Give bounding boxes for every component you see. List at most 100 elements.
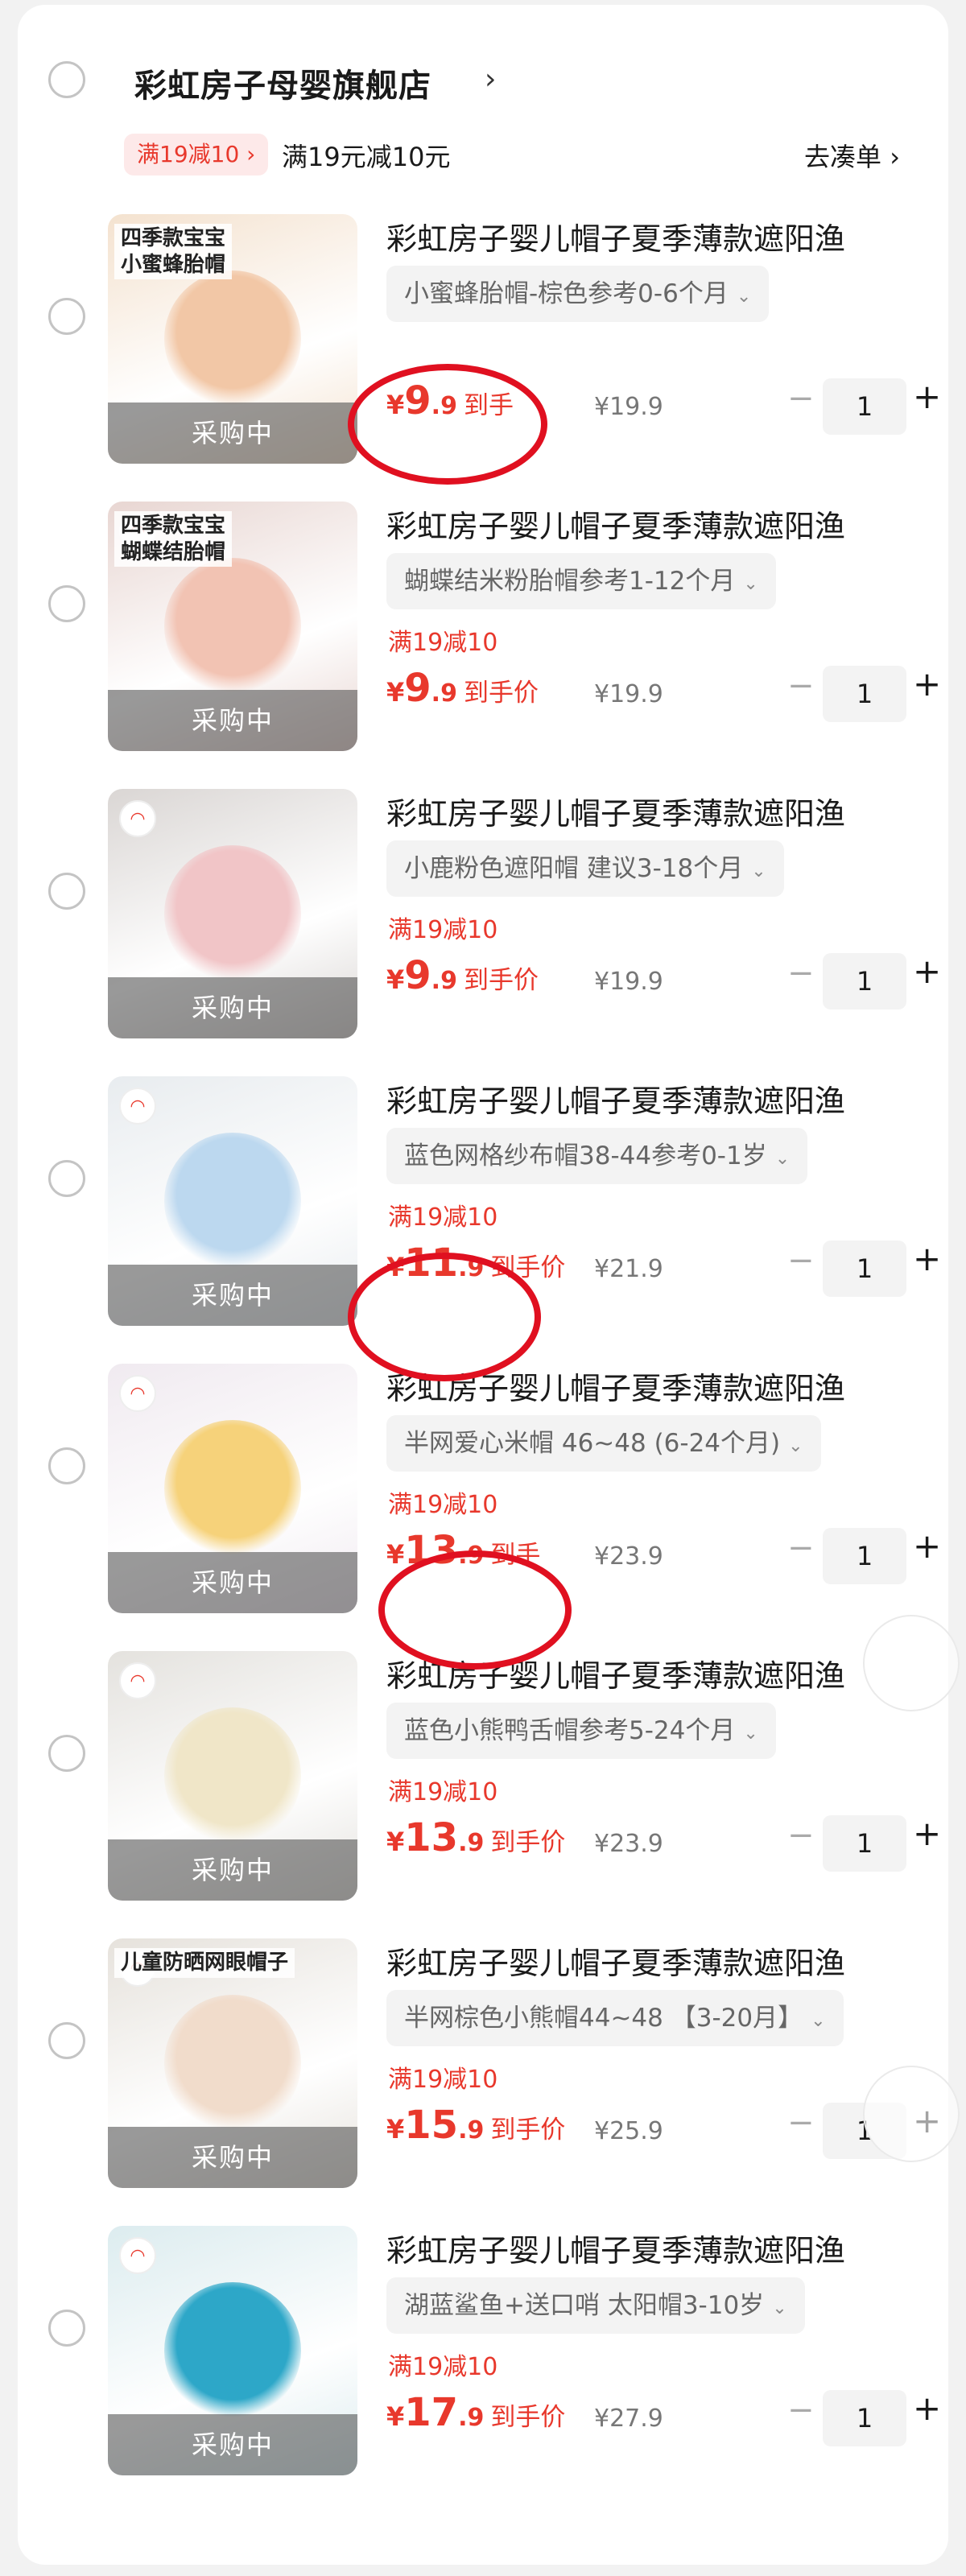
variant-label: 小鹿粉色遮阳帽 建议3-18个月 <box>404 854 744 883</box>
product-image <box>164 1707 301 1844</box>
variant-selector[interactable]: 蓝色网格纱布帽38-44参考0-1岁 ⌄ <box>386 1128 808 1184</box>
item-select-checkbox[interactable] <box>48 2310 85 2347</box>
final-price: ¥9.9 到手价 <box>386 666 539 711</box>
product-thumbnail[interactable]: ◠ 采购中 <box>108 1076 357 1326</box>
price-currency: ¥ <box>386 1827 405 1857</box>
original-price: ¥19.9 <box>594 968 663 996</box>
decrease-qty-button[interactable]: − <box>787 1242 815 1279</box>
discount-tag: 满19减10 <box>388 2066 498 2094</box>
price-decimal: .9 <box>431 967 457 995</box>
product-thumbnail[interactable]: ◠ 采购中 <box>108 1364 357 1613</box>
decrease-qty-button[interactable]: − <box>787 955 815 992</box>
gather-order-link[interactable]: 去凑单 › <box>804 137 900 174</box>
price-label: 到手价 <box>463 679 539 708</box>
price-label: 到手价 <box>490 2116 566 2145</box>
decrease-qty-button[interactable]: − <box>787 2392 815 2429</box>
price-currency: ¥ <box>386 964 405 995</box>
price-label: 到手价 <box>490 1828 566 1857</box>
product-image <box>164 2282 301 2419</box>
product-thumbnail[interactable]: ◠ 儿童防晒网眼帽子 采购中 <box>108 1938 357 2188</box>
brand-logo-icon: ◠ <box>119 800 156 837</box>
discount-tag: 满19减10 <box>388 1778 498 1806</box>
store-select-checkbox[interactable] <box>48 61 85 98</box>
product-thumbnail[interactable]: ◠ 采购中 <box>108 2226 357 2475</box>
quantity-field[interactable]: 1 <box>823 1241 906 1297</box>
increase-qty-button[interactable]: + <box>913 1239 941 1278</box>
product-thumbnail[interactable]: ◠ 采购中 <box>108 1651 357 1901</box>
decrease-qty-button[interactable]: − <box>787 1817 815 1854</box>
promo-badge[interactable]: 满19减10 › <box>124 134 269 175</box>
discount-tag: 满19减10 <box>388 1203 498 1232</box>
brand-logo-icon: ◠ <box>119 1662 156 1699</box>
increase-qty-button[interactable]: + <box>913 2388 941 2428</box>
price-integer: 15 <box>404 2103 459 2148</box>
purchasing-status-label: 采购中 <box>108 402 357 464</box>
item-select-checkbox[interactable] <box>48 1735 85 1772</box>
item-select-checkbox[interactable] <box>48 1160 85 1197</box>
price-integer: 13 <box>404 1815 459 1860</box>
product-title[interactable]: 彩虹房子婴儿帽子夏季薄款遮阳渔 <box>386 789 910 833</box>
quantity-field[interactable]: 1 <box>823 1815 906 1872</box>
price-integer: 9 <box>404 953 431 998</box>
original-price: ¥23.9 <box>594 1830 663 1858</box>
quantity-field[interactable]: 1 <box>823 953 906 1009</box>
quantity-field[interactable]: 1 <box>823 2390 906 2446</box>
variant-selector[interactable]: 蓝色小熊鸭舌帽参考5-24个月 ⌄ <box>386 1703 776 1759</box>
item-select-checkbox[interactable] <box>48 585 85 622</box>
variant-selector[interactable]: 小鹿粉色遮阳帽 建议3-18个月 ⌄ <box>386 840 784 897</box>
increase-qty-button[interactable]: + <box>913 1814 941 1853</box>
variant-label: 小蜜蜂胎帽-棕色参考0-6个月 <box>404 279 729 308</box>
price-decimal: .9 <box>458 1829 485 1857</box>
variant-selector[interactable]: 半网棕色小熊帽44~48 【3-20月】 ⌄ <box>386 1990 844 2046</box>
store-chevron-icon[interactable]: › <box>485 63 496 96</box>
product-thumbnail[interactable]: ◠ 四季款宝宝 小蜜蜂胎帽 采购中 <box>108 214 357 464</box>
brand-logo-icon: ◠ <box>119 2237 156 2274</box>
purchasing-status-label: 采购中 <box>108 977 357 1038</box>
price-decimal: .9 <box>431 679 457 708</box>
price-decimal: .9 <box>458 2404 485 2432</box>
quantity-field[interactable]: 1 <box>823 378 906 435</box>
chevron-down-icon: ⌄ <box>788 1436 803 1456</box>
price-label: 到手价 <box>490 2403 566 2432</box>
variant-selector[interactable]: 蝴蝶结米粉胎帽参考1-12个月 ⌄ <box>386 553 776 609</box>
product-image <box>164 1420 301 1557</box>
chevron-down-icon: ⌄ <box>751 861 766 881</box>
store-name[interactable]: 彩虹房子母婴旗舰店 <box>134 60 431 106</box>
product-thumbnail[interactable]: ◠ 四季款宝宝 蝴蝶结胎帽 采购中 <box>108 502 357 751</box>
discount-tag: 满19减10 <box>388 2353 498 2381</box>
price-integer: 17 <box>404 2390 459 2435</box>
item-select-checkbox[interactable] <box>48 1447 85 1484</box>
decrease-qty-button[interactable]: − <box>787 2104 815 2141</box>
quantity-field[interactable]: 1 <box>823 1528 906 1584</box>
thumbnail-caption: 儿童防晒网眼帽子 <box>114 1948 295 1978</box>
floating-bubble <box>863 1615 960 1711</box>
increase-qty-button[interactable]: + <box>913 1526 941 1566</box>
increase-qty-button[interactable]: + <box>913 952 941 991</box>
item-select-checkbox[interactable] <box>48 873 85 910</box>
variant-selector[interactable]: 半网爱心米帽 46~48 (6-24个月) ⌄ <box>386 1415 821 1472</box>
product-thumbnail[interactable]: ◠ 采购中 <box>108 789 357 1038</box>
variant-label: 湖蓝鲨鱼+送口哨 太阳帽3-10岁 <box>404 2291 765 2320</box>
product-image <box>164 270 301 407</box>
item-select-checkbox[interactable] <box>48 2022 85 2059</box>
decrease-qty-button[interactable]: − <box>787 667 815 704</box>
variant-label: 半网棕色小熊帽44~48 【3-20月】 <box>404 2004 803 2033</box>
increase-qty-button[interactable]: + <box>913 664 941 704</box>
discount-tag: 满19减10 <box>388 1491 498 1519</box>
product-title[interactable]: 彩虹房子婴儿帽子夏季薄款遮阳渔 <box>386 214 910 258</box>
product-title[interactable]: 彩虹房子婴儿帽子夏季薄款遮阳渔 <box>386 2226 910 2270</box>
decrease-qty-button[interactable]: − <box>787 1530 815 1567</box>
product-title[interactable]: 彩虹房子婴儿帽子夏季薄款遮阳渔 <box>386 502 910 546</box>
chevron-down-icon: ⌄ <box>774 1149 791 1169</box>
product-title[interactable]: 彩虹房子婴儿帽子夏季薄款遮阳渔 <box>386 1938 910 1983</box>
cart-item: ◠ 采购中 彩虹房子婴儿帽子夏季薄款遮阳渔 湖蓝鲨鱼+送口哨 太阳帽3-10岁 ⌄… <box>18 2200 948 2475</box>
quantity-field[interactable]: 1 <box>823 666 906 722</box>
variant-selector[interactable]: 湖蓝鲨鱼+送口哨 太阳帽3-10岁 ⌄ <box>386 2277 805 2334</box>
item-select-checkbox[interactable] <box>48 298 85 335</box>
original-price: ¥25.9 <box>594 2117 663 2145</box>
product-title[interactable]: 彩虹房子婴儿帽子夏季薄款遮阳渔 <box>386 1076 910 1121</box>
variant-selector[interactable]: 小蜜蜂胎帽-棕色参考0-6个月 ⌄ <box>386 266 770 322</box>
variant-label: 蝴蝶结米粉胎帽参考1-12个月 <box>404 567 736 596</box>
increase-qty-button[interactable]: + <box>913 377 941 416</box>
decrease-qty-button[interactable]: − <box>787 380 815 417</box>
